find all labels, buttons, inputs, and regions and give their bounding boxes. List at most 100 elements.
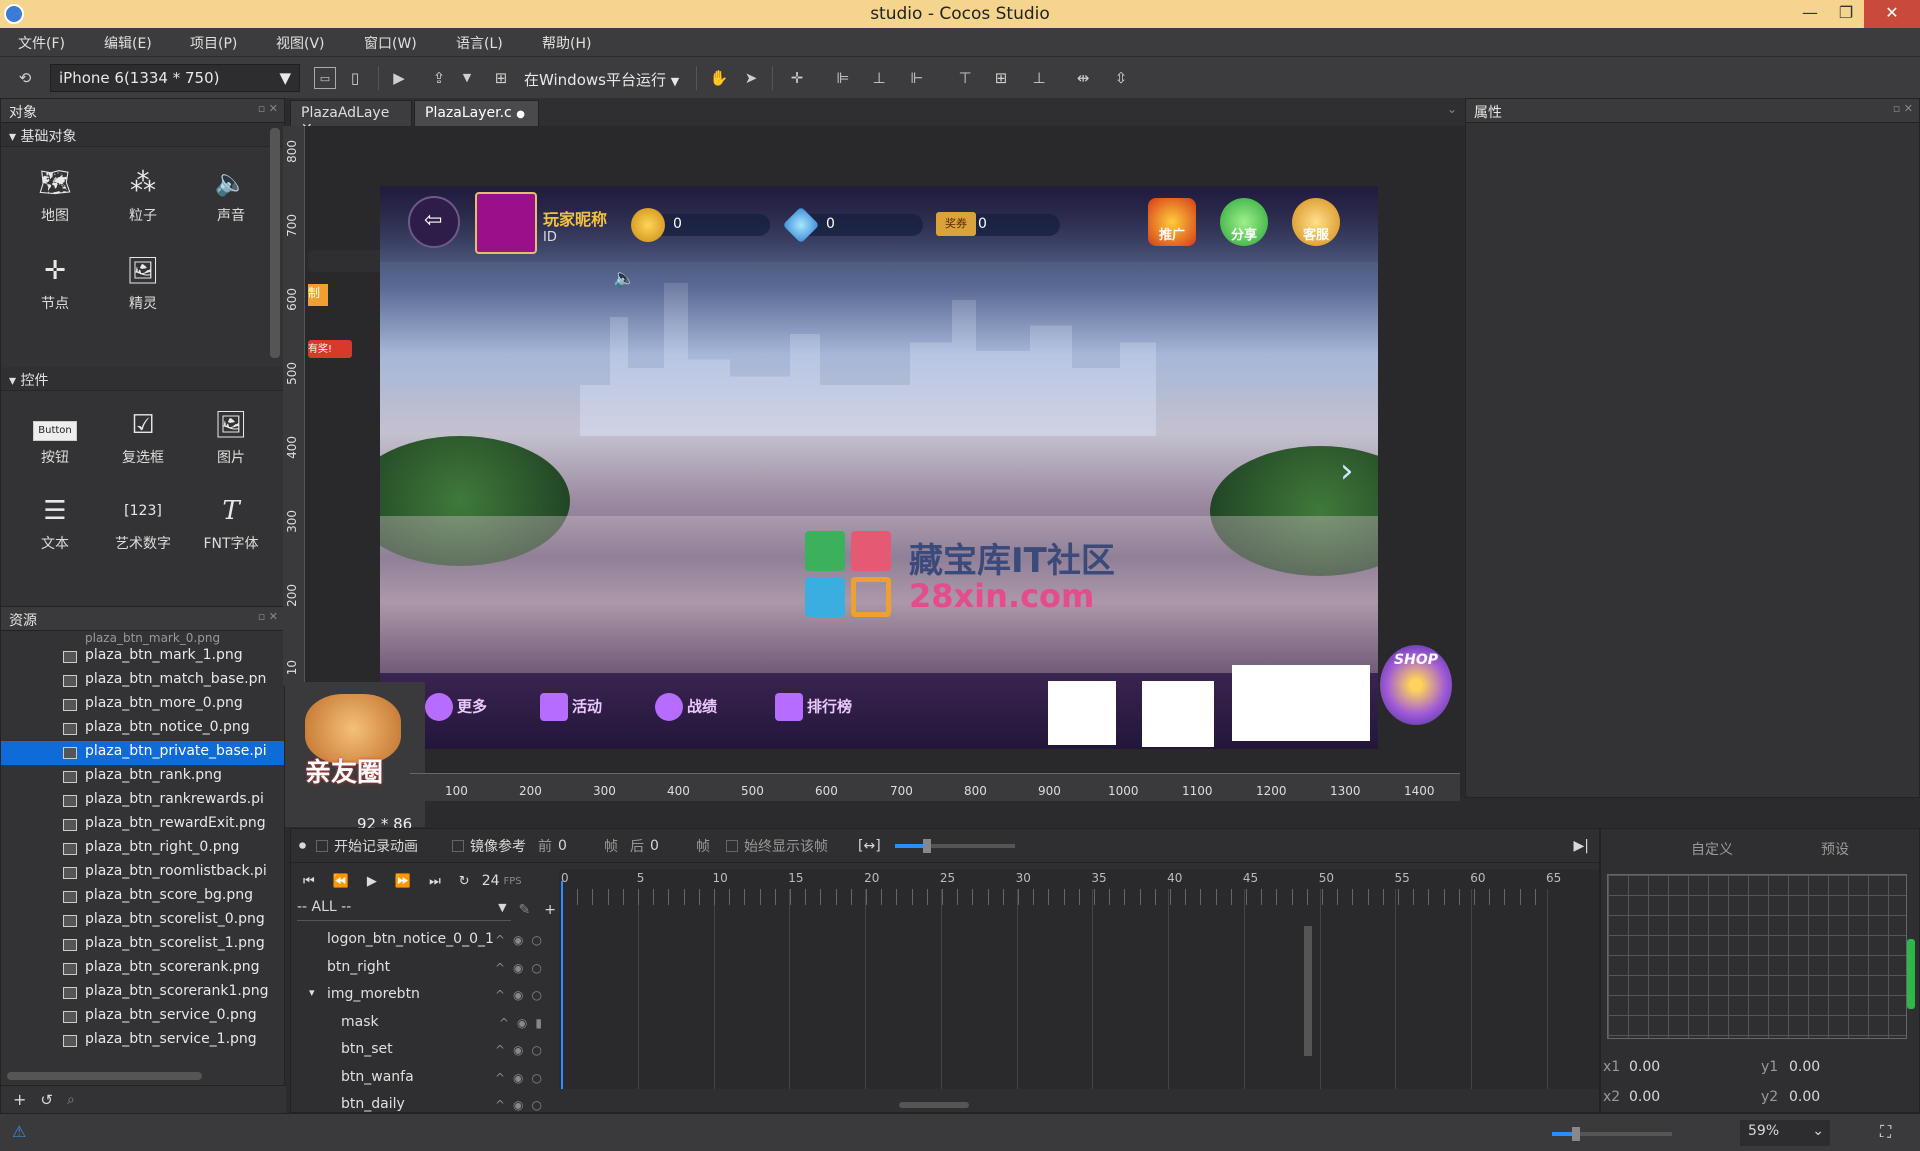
- align-bottom-icon[interactable]: ⊥: [1028, 67, 1050, 89]
- add-icon[interactable]: +: [544, 902, 556, 918]
- exit-button[interactable]: ⇦: [408, 196, 460, 248]
- service-button[interactable]: 客服: [1292, 198, 1340, 246]
- fps-input[interactable]: 24: [482, 873, 500, 889]
- maximize-button[interactable]: ❐: [1828, 0, 1864, 28]
- menu-help[interactable]: 帮助(H): [542, 33, 591, 53]
- activity-button[interactable]: 活动: [540, 693, 602, 721]
- tab-custom[interactable]: 自定义: [1691, 839, 1733, 859]
- fit-icon[interactable]: [↔]: [858, 838, 881, 854]
- placeholder-button-2[interactable]: [1142, 681, 1214, 747]
- list-item[interactable]: plaza_btn_mark_1.png: [1, 645, 284, 669]
- objects-scrollbar[interactable]: [270, 128, 280, 358]
- timeline-zoom-slider[interactable]: [894, 838, 1015, 853]
- search-icon[interactable]: ⌕: [67, 1092, 75, 1108]
- last-frame-icon[interactable]: ⏭: [429, 874, 441, 889]
- list-item[interactable]: plaza_btn_rankrewards.pi: [1, 789, 284, 813]
- menu-file[interactable]: 文件(F): [18, 33, 65, 53]
- menu-edit[interactable]: 编辑(E): [104, 33, 152, 53]
- anchor-icon[interactable]: ✛: [786, 67, 808, 89]
- x1-input[interactable]: 0.00: [1629, 1059, 1660, 1075]
- promote-button[interactable]: 推广: [1148, 198, 1196, 246]
- list-item[interactable]: plaza_btn_notice_0.png: [1, 717, 284, 741]
- node-visibility-lock-icon[interactable]: ^◉○: [495, 988, 550, 1002]
- tabs-dropdown-icon[interactable]: ⌄: [1447, 102, 1457, 116]
- align-left-icon[interactable]: ⊫: [832, 67, 854, 89]
- menu-window[interactable]: 窗口(W): [364, 33, 417, 53]
- avatar[interactable]: [475, 192, 537, 254]
- warning-icon[interactable]: ⚠: [12, 1122, 26, 1141]
- record-button[interactable]: 战绩: [655, 693, 717, 721]
- basic-objects-section[interactable]: ▾ 基础对象: [1, 123, 284, 147]
- game-scene-preview[interactable]: ⇦ 玩家昵称 ID 0 0 奖券 0 推广 分享 客服 🔈 › 藏宝库IT社区 2…: [380, 186, 1378, 749]
- list-item[interactable]: plaza_btn_service_1.png: [1, 1029, 284, 1053]
- zoom-slider[interactable]: [1552, 1127, 1672, 1141]
- timeline-h-scrollbar[interactable]: [899, 1102, 969, 1108]
- align-center-v-icon[interactable]: ⊞: [990, 67, 1012, 89]
- list-item[interactable]: plaza_btn_rank.png: [1, 765, 284, 789]
- record-icon[interactable]: ⏺: [299, 838, 306, 854]
- prev-frame-icon[interactable]: ⏪: [333, 874, 349, 889]
- first-frame-icon[interactable]: ⏮: [303, 874, 315, 889]
- play-icon[interactable]: ▶: [388, 67, 410, 89]
- mirror-checkbox[interactable]: [452, 839, 464, 852]
- y2-input[interactable]: 0.00: [1789, 1089, 1820, 1105]
- widget-image[interactable]: 🖼 图片: [187, 403, 275, 467]
- play-end-icon[interactable]: ▶|: [1574, 838, 1589, 854]
- widget-particle[interactable]: ⁂ 粒子: [99, 161, 187, 225]
- align-center-h-icon[interactable]: ⊥: [868, 67, 890, 89]
- node-visibility-lock-icon[interactable]: ^◉○: [495, 1071, 550, 1085]
- expand-icon[interactable]: ▾: [309, 986, 315, 999]
- share-button[interactable]: 分享: [1220, 198, 1268, 246]
- before-frames-input[interactable]: 0: [558, 838, 604, 854]
- next-arrow-icon[interactable]: ›: [1340, 451, 1354, 491]
- publish-dropdown-icon[interactable]: ▼: [456, 67, 478, 89]
- list-item[interactable]: plaza_btn_rewardExit.png: [1, 813, 284, 837]
- placeholder-button-3[interactable]: [1232, 665, 1370, 741]
- timeline-node-row[interactable]: btn_wanfa ^◉○: [291, 1067, 556, 1093]
- curve-grid[interactable]: [1607, 874, 1907, 1039]
- align-top-icon[interactable]: ⊤: [954, 67, 976, 89]
- sound-icon[interactable]: 🔈: [613, 268, 635, 289]
- widget-art-number[interactable]: [123] 艺术数字: [99, 489, 187, 553]
- panel-controls-icon[interactable]: ▫ ✕: [1893, 102, 1913, 115]
- play-icon[interactable]: ▶: [367, 874, 377, 889]
- ranking-button[interactable]: 排行榜: [775, 693, 852, 721]
- timeline-v-scrollbar[interactable]: [1304, 926, 1312, 1056]
- record-checkbox[interactable]: [316, 839, 328, 852]
- timeline-node-row[interactable]: mask ^◉▮: [291, 1012, 556, 1038]
- widget-checkbox[interactable]: ☑ 复选框: [99, 403, 187, 467]
- fit-screen-icon[interactable]: ⛶: [1880, 1122, 1891, 1142]
- list-item[interactable]: plaza_btn_private_base.pi: [1, 741, 284, 765]
- menu-project[interactable]: 项目(P): [190, 33, 237, 53]
- timeline-frames[interactable]: 0 5 10 15 20 25 30 35 40 45 50 55 60 65: [559, 869, 1599, 1089]
- placeholder-button-1[interactable]: [1048, 681, 1116, 745]
- node-visibility-lock-icon[interactable]: ^◉○: [495, 933, 550, 947]
- widget-fnt-font[interactable]: T FNT字体: [187, 489, 275, 553]
- zoom-select[interactable]: 59% ⌄: [1740, 1120, 1830, 1146]
- after-frames-input[interactable]: 0: [650, 838, 696, 854]
- list-item[interactable]: plaza_btn_service_0.png: [1, 1005, 284, 1029]
- always-show-checkbox[interactable]: [726, 839, 738, 852]
- align-right-icon[interactable]: ⊩: [906, 67, 928, 89]
- list-item[interactable]: plaza_btn_more_0.png: [1, 693, 284, 717]
- tab-plazalayer[interactable]: PlazaLayer.c ●: [414, 100, 539, 126]
- tab-plazaadlayer[interactable]: PlazaAdLaye ✕: [290, 100, 412, 137]
- node-visibility-lock-icon[interactable]: ^◉○: [495, 1043, 550, 1057]
- list-item[interactable]: plaza_btn_right_0.png: [1, 837, 284, 861]
- panel-controls-icon[interactable]: ▫ ✕: [258, 102, 278, 115]
- list-item[interactable]: plaza_btn_scorerank.png: [1, 957, 284, 981]
- controls-section[interactable]: ▾ 控件: [1, 367, 284, 391]
- widget-sound[interactable]: 🔈 声音: [187, 161, 275, 225]
- shop-button[interactable]: SHOP: [1380, 645, 1452, 725]
- node-filter-select[interactable]: -- ALL -- ▼: [297, 899, 511, 921]
- panel-controls-icon[interactable]: ▫ ✕: [258, 610, 278, 623]
- timeline-node-row[interactable]: btn_right ^◉○: [291, 957, 556, 983]
- rotate-device-icon[interactable]: ⟲: [14, 67, 36, 89]
- widget-node[interactable]: ✛ 节点: [11, 249, 99, 313]
- list-item[interactable]: plaza_btn_scorelist_1.png: [1, 933, 284, 957]
- close-window-button[interactable]: ✕: [1864, 0, 1920, 28]
- node-visibility-lock-icon[interactable]: ^◉○: [495, 961, 550, 975]
- edit-icon[interactable]: ✎: [519, 902, 531, 918]
- timeline-node-row[interactable]: logon_btn_notice_0_0_1 ^◉○: [291, 929, 556, 955]
- publish-icon[interactable]: ⇪: [428, 67, 450, 89]
